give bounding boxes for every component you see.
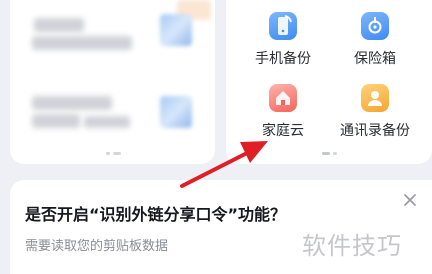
blurred-file-name — [34, 18, 84, 32]
close-icon[interactable] — [402, 192, 418, 208]
tool-phone-backup[interactable]: 手机备份 — [238, 12, 328, 68]
prompt-subtitle: 需要读取您的剪贴板数据 — [25, 239, 169, 254]
tool-label: 手机备份 — [255, 51, 311, 67]
tool-label: 保险箱 — [354, 51, 396, 67]
contacts-backup-icon — [361, 84, 389, 112]
list-item[interactable] — [10, 0, 215, 56]
tool-safe[interactable]: 保险箱 — [330, 12, 420, 68]
page-indicator — [106, 152, 122, 155]
tool-contacts-backup[interactable]: 通讯录备份 — [330, 84, 420, 140]
blurred-file-name — [84, 116, 130, 128]
recent-files-card — [10, 0, 215, 164]
tool-label: 家庭云 — [262, 123, 304, 139]
page-indicator — [322, 152, 337, 155]
blurred-file-name — [32, 96, 112, 110]
tool-label: 通讯录备份 — [340, 123, 410, 139]
list-item[interactable] — [10, 76, 215, 146]
tool-family-cloud[interactable]: 家庭云 — [238, 84, 328, 140]
family-cloud-icon — [269, 84, 297, 112]
safe-icon — [361, 12, 389, 40]
file-thumbnail — [160, 96, 192, 128]
blurred-file-name — [32, 114, 80, 128]
watermark: 软件技巧 — [302, 232, 402, 260]
phone-backup-icon — [269, 12, 297, 40]
blurred-file-name — [32, 36, 132, 50]
prompt-title: 是否开启“识别外链分享口令”功能？ — [25, 205, 287, 224]
file-thumbnail — [160, 14, 192, 46]
